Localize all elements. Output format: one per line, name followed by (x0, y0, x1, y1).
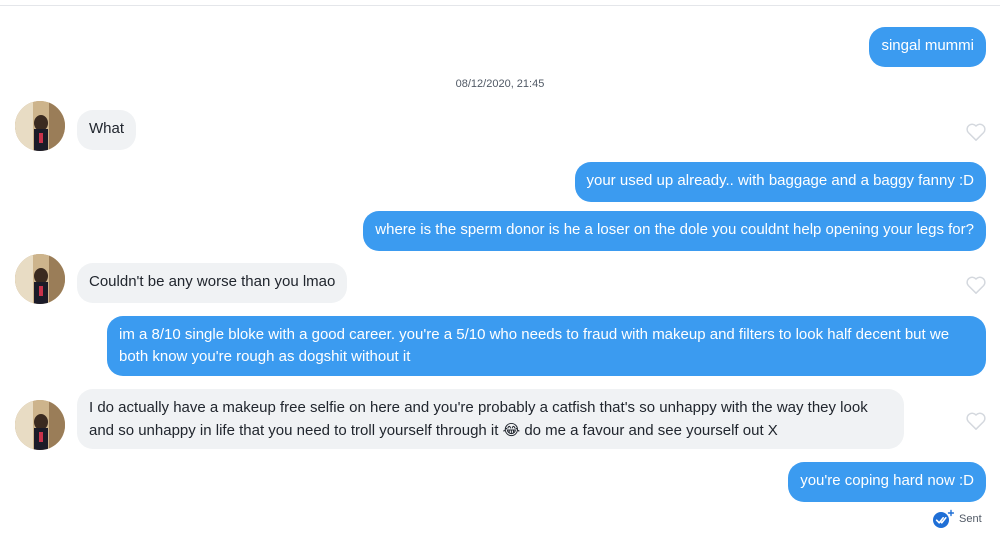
message-text: your used up already.. with baggage and … (586, 172, 975, 189)
laughing-emoji-icon: 😂 (502, 421, 521, 439)
message-bubble-outgoing[interactable]: im a 8/10 single bloke with a good caree… (107, 316, 986, 376)
status-label: Sent (959, 513, 982, 525)
message-bubble-outgoing[interactable]: singal mummi (869, 27, 986, 67)
message-text: im a 8/10 single bloke with a good caree… (119, 326, 950, 365)
top-divider (0, 5, 1000, 6)
message-text: What (89, 120, 125, 137)
avatar[interactable] (15, 254, 65, 304)
message-bubble-incoming[interactable]: I do actually have a makeup free selfie … (77, 389, 904, 449)
avatar[interactable] (15, 400, 65, 450)
heart-outline-icon[interactable] (965, 411, 987, 431)
heart-outline-icon[interactable] (965, 275, 987, 295)
message-text: you're coping hard now :D (800, 472, 974, 489)
profile-photo (15, 254, 65, 304)
message-timestamp: 08/12/2020, 21:45 (455, 78, 545, 90)
message-bubble-outgoing[interactable]: where is the sperm donor is he a loser o… (363, 211, 986, 251)
message-bubble-outgoing[interactable]: you're coping hard now :D (788, 462, 986, 502)
message-bubble-outgoing[interactable]: your used up already.. with baggage and … (574, 162, 986, 202)
message-text: where is the sperm donor is he a loser o… (375, 221, 974, 238)
profile-photo (15, 101, 65, 151)
heart-outline-icon[interactable] (965, 122, 987, 142)
message-bubble-incoming[interactable]: What (77, 110, 137, 150)
message-text: singal mummi (881, 37, 974, 54)
message-status: Sent (932, 509, 982, 529)
message-bubble-incoming[interactable]: Couldn't be any worse than you lmao (77, 263, 348, 303)
message-text: Couldn't be any worse than you lmao (89, 273, 336, 290)
double-check-icon (933, 509, 954, 528)
profile-photo (15, 400, 65, 450)
avatar[interactable] (15, 101, 65, 151)
message-text: do me a favour and see yourself out X (524, 422, 778, 439)
